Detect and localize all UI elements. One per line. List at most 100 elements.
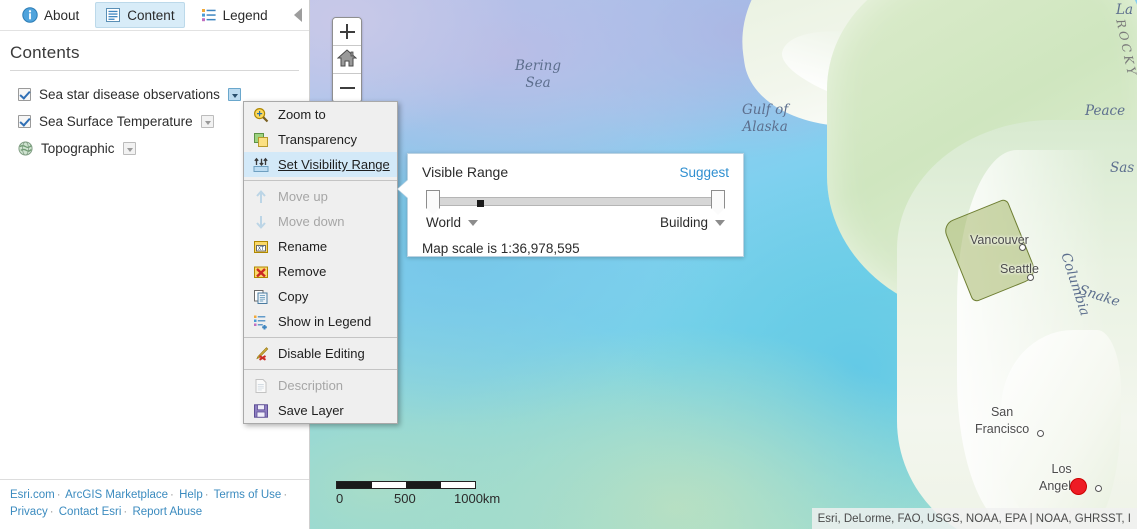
layer-context-menu: Zoom to Transparency Set Visibility Rang… <box>243 101 398 424</box>
footer-dot: · <box>123 506 128 518</box>
menu-item-rename-label: Rename <box>278 239 328 254</box>
menu-item-save-layer[interactable]: Save Layer <box>244 398 397 423</box>
max-scale-label: Building <box>659 215 708 230</box>
slider-current-scale-marker <box>477 200 484 207</box>
content-list-icon <box>105 7 121 23</box>
popup-pointer-arrow <box>398 180 408 198</box>
menu-separator <box>244 337 397 338</box>
footer-dot: · <box>56 489 61 501</box>
tab-legend-label: Legend <box>222 7 268 23</box>
map-attribution: Esri, DeLorme, FAO, USGS, NOAA, EPA | NO… <box>811 508 1137 529</box>
menu-item-transparency[interactable]: Transparency <box>244 127 397 152</box>
remove-icon <box>253 264 269 280</box>
layer-label-topographic: Topographic <box>41 141 115 156</box>
disable-editing-icon <box>253 346 269 362</box>
menu-item-set-visibility-range-label: Set Visibility Range <box>278 157 390 172</box>
tab-about-label: About <box>44 7 80 23</box>
collapse-left-arrow-icon[interactable] <box>294 8 302 22</box>
show-in-legend-icon <box>253 314 269 330</box>
suggest-link[interactable]: Suggest <box>679 165 729 180</box>
layer-menu-caret-sea-star[interactable] <box>227 88 241 101</box>
rename-icon: XT <box>253 239 269 255</box>
menu-item-remove[interactable]: Remove <box>244 259 397 284</box>
tab-content-label: Content <box>127 7 175 23</box>
layer-label-sst: Sea Surface Temperature <box>39 114 193 129</box>
menu-item-save-layer-label: Save Layer <box>278 403 344 418</box>
map-scale-text: Map scale is 1:36,978,595 <box>422 241 580 256</box>
scale-bar-track <box>336 481 476 489</box>
visible-range-header: Visible Range Suggest <box>422 164 729 180</box>
footer-link-marketplace[interactable]: ArcGIS Marketplace <box>65 489 168 501</box>
layer-checkbox-sst[interactable] <box>18 115 31 128</box>
city-dot-vancouver <box>1019 244 1026 251</box>
menu-item-show-in-legend[interactable]: Show in Legend <box>244 309 397 334</box>
menu-item-copy[interactable]: Copy <box>244 284 397 309</box>
menu-separator <box>244 369 397 370</box>
menu-item-remove-label: Remove <box>278 264 327 279</box>
footer-link-report-abuse[interactable]: Report Abuse <box>132 506 202 518</box>
menu-item-zoom-to[interactable]: Zoom to <box>244 102 397 127</box>
map-canvas[interactable]: Bering Sea Gulf of Alaska Peace ROCKY La… <box>310 0 1137 529</box>
max-scale-dropdown[interactable]: Building <box>660 215 725 230</box>
description-icon <box>253 378 269 394</box>
footer-link-help[interactable]: Help <box>179 489 203 501</box>
home-button[interactable] <box>333 46 361 74</box>
visible-range-popup: Visible Range Suggest World Building Map… <box>398 153 744 257</box>
menu-item-rename[interactable]: XT Rename <box>244 234 397 259</box>
footer-link-privacy[interactable]: Privacy <box>10 506 48 518</box>
footer-dot: · <box>170 489 174 501</box>
page-title: Contents <box>10 43 80 62</box>
visible-range-title: Visible Range <box>422 164 509 180</box>
city-dot-san-francisco <box>1037 430 1044 437</box>
footer-link-terms[interactable]: Terms of Use <box>214 489 282 501</box>
tab-about[interactable]: About <box>12 2 89 28</box>
menu-item-set-visibility-range[interactable]: Set Visibility Range <box>244 152 397 177</box>
layer-label-sea-star: Sea star disease observations <box>39 87 220 102</box>
map-label-bering-sea: Bering Sea <box>515 58 562 91</box>
menu-item-move-up-label: Move up <box>278 189 328 204</box>
scale-tick-500: 500 <box>394 491 416 506</box>
plus-icon <box>339 24 355 39</box>
arrow-up-icon <box>253 189 269 205</box>
scale-tick-0: 0 <box>336 491 344 506</box>
transparency-icon <box>253 132 269 148</box>
layer-checkbox-sea-star[interactable] <box>18 88 31 101</box>
menu-item-move-down: Move down <box>244 209 397 234</box>
slider-handle-min[interactable] <box>426 190 440 215</box>
footer-dot: · <box>49 506 54 518</box>
map-scale-bar: 0 500 1000km <box>336 481 500 507</box>
menu-separator <box>244 180 397 181</box>
min-scale-label: World <box>426 215 462 230</box>
visible-range-scale-selects: World Building <box>422 215 729 230</box>
footer-link-esri-com[interactable]: Esri.com <box>10 489 55 501</box>
visible-range-slider[interactable] <box>422 190 729 215</box>
zoom-in-button[interactable] <box>333 18 361 46</box>
tab-legend[interactable]: Legend <box>191 2 278 28</box>
footer-link-contact[interactable]: Contact Esri <box>59 506 122 518</box>
menu-item-show-in-legend-label: Show in Legend <box>278 314 372 329</box>
copy-icon <box>253 289 269 305</box>
tab-content[interactable]: Content <box>95 2 185 28</box>
info-icon <box>22 7 38 23</box>
title-divider <box>10 70 299 71</box>
slider-handle-max[interactable] <box>711 190 725 215</box>
layer-menu-caret-sst[interactable] <box>200 115 214 128</box>
city-dot-los-angeles <box>1095 485 1102 492</box>
scale-tick-1000: 1000km <box>454 491 501 506</box>
observation-point-marker[interactable] <box>1070 478 1087 495</box>
zoom-out-button[interactable] <box>333 74 361 102</box>
min-scale-dropdown[interactable]: World <box>426 215 479 230</box>
menu-item-transparency-label: Transparency <box>278 132 357 147</box>
visibility-range-icon <box>253 157 269 173</box>
map-zoom-controls <box>332 17 362 103</box>
layer-menu-caret-topographic[interactable] <box>122 142 136 155</box>
chevron-down-icon <box>468 219 479 226</box>
minus-icon <box>339 81 355 96</box>
panel-tab-bar: About Content Legend <box>0 0 309 31</box>
menu-item-disable-editing[interactable]: Disable Editing <box>244 341 397 366</box>
menu-item-move-down-label: Move down <box>278 214 345 229</box>
menu-item-description: Description <box>244 373 397 398</box>
svg-text:XT: XT <box>258 246 264 252</box>
chevron-down-icon <box>715 219 725 226</box>
menu-item-disable-editing-label: Disable Editing <box>278 346 365 361</box>
